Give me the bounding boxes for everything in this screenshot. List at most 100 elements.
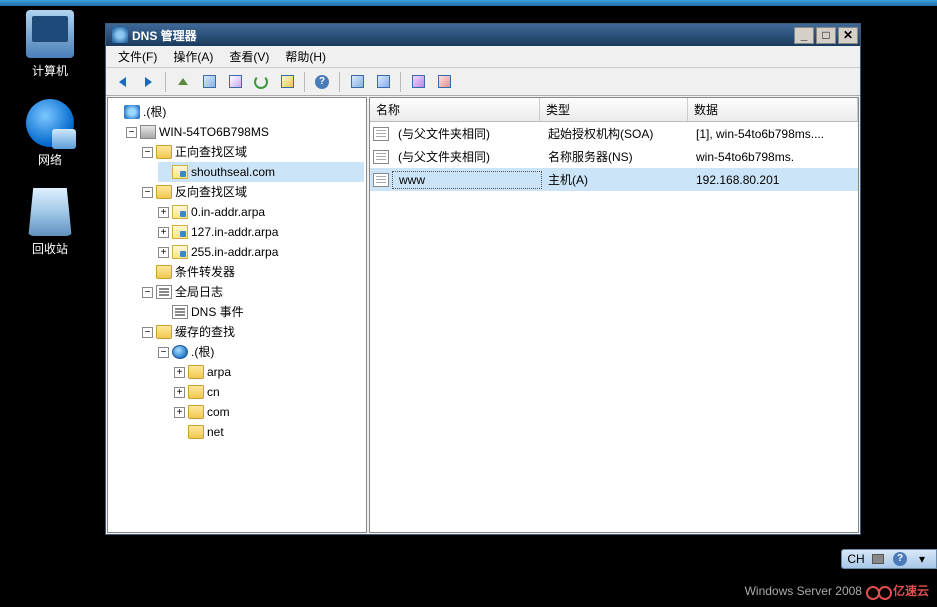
- expand-icon[interactable]: +: [158, 227, 169, 238]
- folder-icon: [188, 405, 204, 419]
- tree-forward-zone[interactable]: −正向查找区域: [142, 142, 364, 162]
- toolbar: ?: [106, 68, 860, 96]
- menu-file[interactable]: 文件(F): [110, 46, 165, 67]
- help-button[interactable]: ?: [310, 71, 334, 93]
- record-ns[interactable]: (与父文件夹相同) 名称服务器(NS) win-54to6b798ms.: [370, 145, 858, 168]
- dns-icon: [124, 105, 140, 119]
- record-icon: [373, 173, 389, 187]
- tree-dns-event[interactable]: DNS 事件: [158, 302, 364, 322]
- list-header: 名称 类型 数据: [370, 98, 858, 122]
- tree-cn[interactable]: +cn: [174, 382, 364, 402]
- tree-reverse-127[interactable]: +127.in-addr.arpa: [158, 222, 364, 242]
- folder-icon: [156, 325, 172, 339]
- refresh-button[interactable]: [249, 71, 273, 93]
- tree-cached[interactable]: −缓存的查找: [142, 322, 364, 342]
- log-folder-icon: [156, 285, 172, 299]
- tree-arpa[interactable]: +arpa: [174, 362, 364, 382]
- action-icon-2: [377, 75, 390, 88]
- system-tray: CH ? ▾: [841, 549, 937, 569]
- tb-btn-9[interactable]: [432, 71, 456, 93]
- col-data[interactable]: 数据: [688, 98, 858, 121]
- tree-root-dot[interactable]: −.(根): [158, 342, 364, 362]
- tray-icon-1[interactable]: [870, 551, 886, 567]
- folder-icon: [188, 425, 204, 439]
- zone-icon: [172, 245, 188, 259]
- forward-button[interactable]: [136, 71, 160, 93]
- record-icon: [373, 150, 389, 164]
- arrow-right-icon: [145, 77, 152, 87]
- tree-com[interactable]: +com: [174, 402, 364, 422]
- expand-icon[interactable]: +: [158, 247, 169, 258]
- collapse-icon[interactable]: −: [142, 187, 153, 198]
- desktop-icon-recycle[interactable]: 回收站: [15, 188, 85, 257]
- lang-indicator[interactable]: CH: [848, 551, 864, 567]
- arrow-up-icon: [178, 78, 188, 85]
- brand-logo: 亿速云: [868, 582, 929, 599]
- folder-icon: [188, 385, 204, 399]
- tb-btn-7[interactable]: [371, 71, 395, 93]
- zone-icon: [172, 225, 188, 239]
- help-icon: ?: [315, 75, 329, 89]
- refresh-icon: [254, 75, 268, 89]
- tree-server[interactable]: −WIN-54TO6B798MS: [126, 122, 364, 142]
- keyboard-icon: [872, 554, 884, 564]
- maximize-button[interactable]: □: [816, 27, 836, 44]
- log-icon: [172, 305, 188, 319]
- tree-zone-shouthseal[interactable]: shouthseal.com: [158, 162, 364, 182]
- window-title: DNS 管理器: [132, 27, 792, 44]
- tb-btn-2[interactable]: [223, 71, 247, 93]
- expand-icon[interactable]: +: [158, 207, 169, 218]
- tree-net[interactable]: net: [174, 422, 364, 442]
- col-type[interactable]: 类型: [540, 98, 688, 121]
- tb-btn-1[interactable]: [197, 71, 221, 93]
- minimize-button[interactable]: _: [794, 27, 814, 44]
- tb-btn-6[interactable]: [345, 71, 369, 93]
- filter-icon: [438, 75, 451, 88]
- tree-dns-root[interactable]: .(根): [110, 102, 364, 122]
- tb-btn-8[interactable]: [406, 71, 430, 93]
- list-body[interactable]: (与父文件夹相同) 起始授权机构(SOA) [1], win-54to6b798…: [370, 122, 858, 532]
- menu-action[interactable]: 操作(A): [165, 46, 221, 67]
- close-button[interactable]: ✕: [838, 27, 858, 44]
- collapse-icon[interactable]: −: [158, 347, 169, 358]
- collapse-icon[interactable]: −: [142, 327, 153, 338]
- panel-icon: [203, 75, 216, 88]
- back-button[interactable]: [110, 71, 134, 93]
- folder-icon: [188, 365, 204, 379]
- yisu-logo-icon: [868, 583, 890, 599]
- dns-app-icon: [112, 27, 128, 43]
- menu-view[interactable]: 查看(V): [221, 46, 277, 67]
- record-icon: [373, 127, 389, 141]
- menubar: 文件(F) 操作(A) 查看(V) 帮助(H): [106, 46, 860, 68]
- expand-icon[interactable]: +: [174, 407, 185, 418]
- tree-reverse-255[interactable]: +255.in-addr.arpa: [158, 242, 364, 262]
- zone-icon: [172, 205, 188, 219]
- titlebar[interactable]: DNS 管理器 _ □ ✕: [106, 24, 860, 46]
- expand-icon[interactable]: +: [174, 367, 185, 378]
- collapse-icon[interactable]: −: [142, 287, 153, 298]
- tb-btn-4[interactable]: [275, 71, 299, 93]
- record-www[interactable]: www 主机(A) 192.168.80.201: [370, 168, 858, 191]
- collapse-icon[interactable]: −: [142, 147, 153, 158]
- desktop-icon-network[interactable]: 网络: [15, 99, 85, 168]
- action-icon-1: [351, 75, 364, 88]
- desktop: 计算机 网络 回收站: [0, 0, 100, 607]
- server-icon: [140, 125, 156, 139]
- footer: Windows Server 2008 亿速云: [745, 582, 929, 599]
- tray-help[interactable]: ?: [892, 551, 908, 567]
- collapse-icon[interactable]: −: [126, 127, 137, 138]
- record-soa[interactable]: (与父文件夹相同) 起始授权机构(SOA) [1], win-54to6b798…: [370, 122, 858, 145]
- tree-reverse-0[interactable]: +0.in-addr.arpa: [158, 202, 364, 222]
- tree-global-log[interactable]: −全局日志: [142, 282, 364, 302]
- up-button[interactable]: [171, 71, 195, 93]
- computer-icon: [26, 10, 74, 58]
- expand-icon[interactable]: +: [174, 387, 185, 398]
- export-icon: [281, 75, 294, 88]
- tray-icon-2[interactable]: ▾: [914, 551, 930, 567]
- tree-panel[interactable]: .(根) −WIN-54TO6B798MS −正向查找区域 shouthseal…: [107, 97, 367, 533]
- tree-forwarders[interactable]: 条件转发器: [142, 262, 364, 282]
- col-name[interactable]: 名称: [370, 98, 540, 121]
- desktop-icon-computer[interactable]: 计算机: [15, 10, 85, 79]
- tree-reverse-zone[interactable]: −反向查找区域: [142, 182, 364, 202]
- menu-help[interactable]: 帮助(H): [277, 46, 334, 67]
